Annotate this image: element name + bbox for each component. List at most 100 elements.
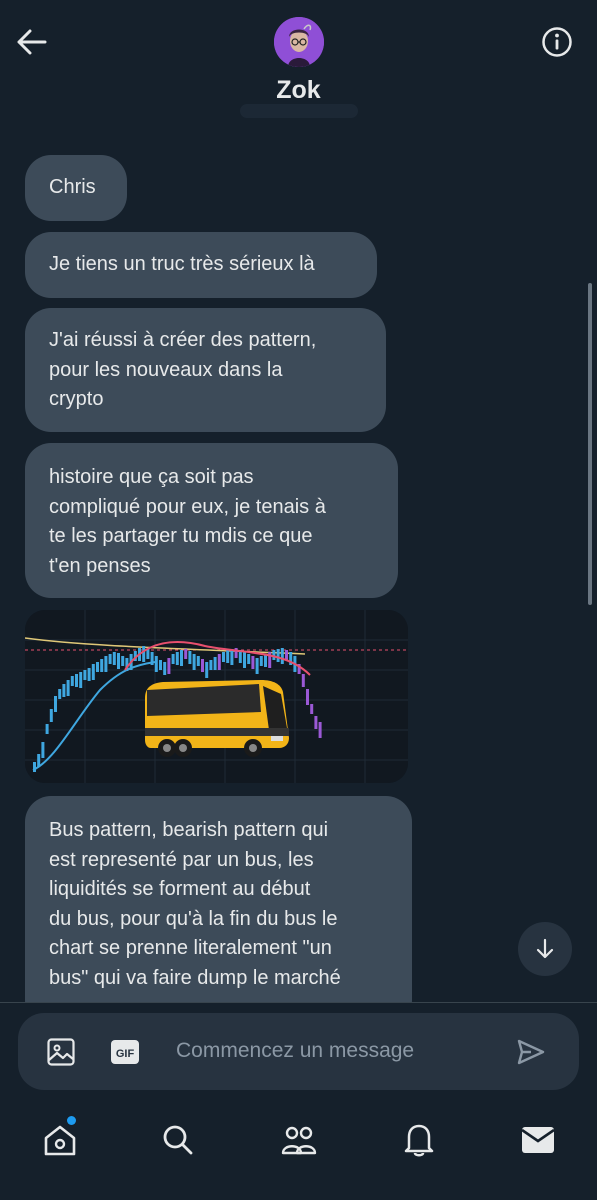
candlestick — [159, 660, 162, 670]
message-bubble[interactable]: histoire que ça soit pas compliqué pour … — [25, 443, 398, 598]
message-bubble[interactable]: Je tiens un truc très sérieux là — [25, 232, 377, 298]
communities-icon — [281, 1126, 317, 1155]
candlestick — [41, 742, 45, 758]
arrow-down-icon — [536, 938, 554, 959]
send-icon — [517, 1039, 545, 1065]
candlestick — [310, 704, 314, 714]
avatar[interactable] — [274, 17, 324, 67]
candlestick — [142, 646, 146, 662]
candlestick — [167, 658, 171, 674]
candlestick — [276, 649, 280, 662]
candlestick — [314, 716, 318, 729]
message-text: Bus pattern, bearish pattern qui est rep… — [49, 819, 341, 989]
candlestick — [100, 659, 104, 672]
candlestick — [112, 652, 116, 665]
candlestick — [184, 649, 188, 659]
candlestick — [201, 659, 204, 672]
message-list[interactable]: Chris Je tiens un truc très sérieux là J… — [0, 140, 597, 1002]
back-button[interactable] — [14, 24, 50, 60]
message-bubble[interactable]: J'ai réussi à créer des pattern, pour le… — [25, 308, 386, 432]
arrow-left-icon — [17, 29, 47, 55]
candlestick — [58, 689, 62, 699]
candlestick — [175, 652, 179, 665]
candlestick — [54, 696, 57, 712]
candlestick — [272, 650, 276, 660]
candlestick — [79, 672, 83, 688]
candlestick — [66, 680, 70, 696]
message-text: Je tiens un truc très sérieux là — [49, 253, 315, 276]
candlestick — [91, 664, 95, 680]
candlestick — [171, 654, 175, 664]
svg-text:GIF: GIF — [116, 1048, 135, 1060]
candlestick — [104, 656, 108, 672]
candlestick — [230, 649, 234, 665]
message-image-chart-bus[interactable] — [25, 610, 408, 783]
candlestick — [117, 653, 120, 669]
nav-communities[interactable] — [277, 1118, 321, 1162]
candlestick — [154, 656, 158, 672]
candlestick — [213, 657, 217, 670]
composer-divider — [0, 1002, 597, 1003]
notifications-icon — [404, 1124, 434, 1157]
scroll-to-bottom-button[interactable] — [518, 922, 572, 976]
image-icon — [47, 1038, 75, 1066]
conversation-header: Zok — [0, 0, 597, 140]
candlestick — [285, 650, 288, 660]
candlestick — [226, 650, 230, 663]
candlestick — [192, 654, 196, 670]
message-bubble[interactable]: Chris — [25, 155, 127, 221]
message-text: histoire que ça soit pas compliqué pour … — [49, 466, 326, 577]
home-icon — [44, 1125, 76, 1156]
message-text: J'ai réussi à créer des pattern, pour le… — [49, 329, 317, 410]
candlestick — [196, 656, 200, 666]
message-input[interactable] — [176, 1033, 496, 1069]
candlestick — [96, 662, 99, 672]
candlestick — [255, 658, 259, 674]
gif-icon: GIF — [111, 1040, 139, 1064]
home-notification-dot — [67, 1116, 76, 1125]
candlestick — [264, 654, 267, 667]
nav-search[interactable] — [156, 1118, 200, 1162]
candlestick — [222, 652, 225, 662]
candlestick — [209, 660, 213, 670]
messages-icon — [521, 1127, 555, 1153]
candlestick — [217, 654, 221, 670]
candlestick — [49, 709, 53, 722]
message-composer: GIF — [18, 1013, 579, 1090]
add-gif-button[interactable]: GIF — [108, 1035, 142, 1069]
send-button[interactable] — [514, 1035, 548, 1069]
candlestick — [243, 652, 246, 668]
candlestick — [180, 650, 183, 666]
message-bubble[interactable]: Bus pattern, bearish pattern qui est rep… — [25, 796, 412, 1002]
candlestick — [163, 662, 167, 675]
candlestick — [280, 648, 284, 664]
candlestick — [318, 722, 322, 738]
nav-home[interactable] — [38, 1118, 82, 1162]
search-icon — [163, 1125, 193, 1155]
candlestick — [259, 656, 263, 666]
candlestick — [70, 676, 74, 686]
candlestick — [188, 651, 192, 664]
candlestick — [251, 656, 255, 669]
message-text: Chris — [49, 176, 96, 199]
contact-handle-blurred — [240, 104, 358, 118]
candlestick — [247, 654, 251, 664]
candlestick — [205, 662, 209, 678]
add-image-button[interactable] — [44, 1035, 78, 1069]
candlestick — [301, 674, 305, 687]
candlestick — [121, 656, 125, 666]
scrollbar[interactable] — [588, 283, 592, 605]
candlestick — [87, 668, 91, 681]
bottom-navigation — [0, 1100, 597, 1200]
candlestick — [108, 654, 112, 664]
conversation-info-button[interactable] — [539, 24, 575, 60]
candlestick — [75, 674, 78, 687]
candlestick — [83, 670, 87, 680]
candlestick — [306, 689, 309, 705]
info-icon — [542, 27, 572, 57]
nav-messages[interactable] — [516, 1118, 560, 1162]
candlestick — [62, 684, 66, 697]
contact-name: Zok — [276, 76, 321, 104]
nav-notifications[interactable] — [397, 1118, 441, 1162]
candlestick — [45, 724, 49, 734]
